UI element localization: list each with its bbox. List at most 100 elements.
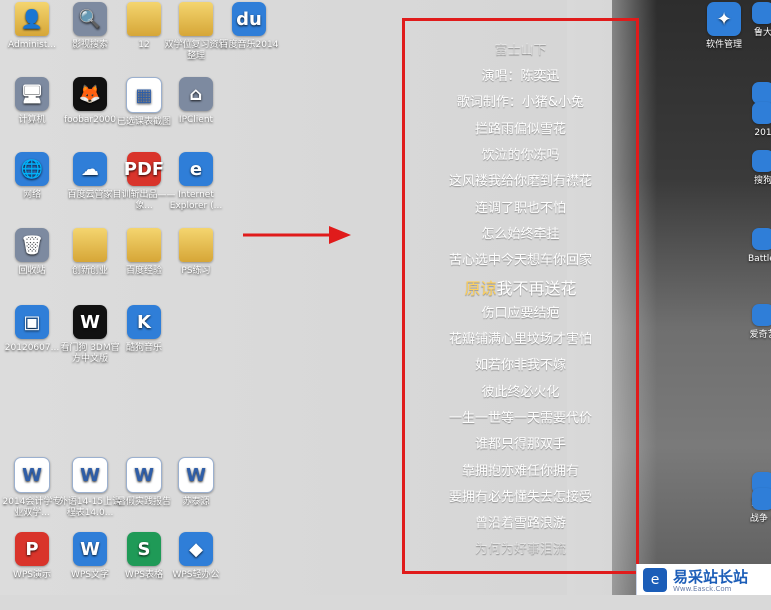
watermark-title: 易采站长站 xyxy=(673,568,749,586)
desktop-icon-glyph-icon: ⌂ xyxy=(179,77,213,111)
desktop-icon-label: 网络 xyxy=(22,190,41,200)
desktop-icon-glyph-icon: ◆ xyxy=(179,532,213,566)
desktop-icon[interactable]: P WPS演示 xyxy=(0,532,64,610)
right-desktop-icon[interactable]: 爱奇艺 xyxy=(748,304,771,382)
lyrics-line: 要拥有必先懂失去怎接受 xyxy=(448,490,592,505)
desktop-icon[interactable]: W 2014会计学专业双学... xyxy=(0,457,64,535)
lyrics-line: 一生一世等一天需要代价 xyxy=(448,411,592,426)
desktop-icon-glyph-icon xyxy=(127,2,161,36)
desktop-icon[interactable]: e Internet Explorer (... xyxy=(164,152,228,230)
desktop-icon-glyph-icon: W xyxy=(126,457,162,493)
desktop-icon-glyph-icon: S xyxy=(127,532,161,566)
desktop-icon[interactable]: ▣ 20120607... xyxy=(0,305,64,383)
desktop-icon-label: 百度音乐2014 xyxy=(219,40,279,50)
desktop-icon-glyph-icon xyxy=(73,228,107,262)
desktop-icon[interactable]: du 百度音乐2014 xyxy=(217,2,281,80)
desktop-icon[interactable]: ⌂ IPClient xyxy=(164,77,228,155)
right-desktop-icon-label: 战争 v xyxy=(749,514,771,524)
desktop-icon-glyph-icon: W xyxy=(178,457,214,493)
desktop-icon-glyph-icon: 🌐 xyxy=(15,152,49,186)
right-desktop-icon[interactable]: 搜狗 xyxy=(748,150,771,228)
desktop-icon-label: 回收站 xyxy=(18,266,46,276)
desktop-icon[interactable]: 🗑 回收站 xyxy=(0,228,64,306)
right-desktop-icon[interactable]: Battlefi xyxy=(748,228,771,306)
desktop-icon-glyph-icon: W xyxy=(73,532,107,566)
lyrics-line: 伤口应要结疤 xyxy=(481,306,560,321)
desktop-icon-glyph-icon: e xyxy=(179,152,213,186)
right-desktop-icon-glyph-icon xyxy=(752,2,771,24)
lyrics-line: 如若你非我不嫁 xyxy=(474,358,566,373)
lyrics-line: 怎么始终牵挂 xyxy=(481,227,560,242)
right-desktop-icon-glyph-icon xyxy=(752,488,771,510)
desktop-icon-glyph-icon: PDF xyxy=(124,152,164,186)
desktop-icon[interactable]: W 苏泰源 xyxy=(164,457,228,535)
desktop-icon-glyph-icon: W xyxy=(14,457,50,493)
right-desktop-icon-glyph-icon xyxy=(752,82,771,104)
desktop-icon-glyph-icon: P xyxy=(15,532,49,566)
right-desktop-icon[interactable]: ✦ 软件管理 xyxy=(694,2,754,80)
lyrics-line: 苦心选中今天想车你回家 xyxy=(448,253,592,268)
desktop-icon-glyph-icon: W xyxy=(73,305,107,339)
watermark-logo-icon: e xyxy=(643,567,667,592)
lyrics-line: 花瓣铺满心里坟场才害怕 xyxy=(448,332,592,347)
desktop-icon-glyph-icon: du xyxy=(232,2,266,36)
desktop-icon[interactable]: 👤 Administ... xyxy=(0,2,64,80)
right-desktop-icon[interactable]: 战争 v xyxy=(748,488,771,566)
lyrics-line: 饮泣的你冻吗 xyxy=(481,148,560,163)
lyrics-line: 这风褛我给你磨到有襟花 xyxy=(448,174,592,189)
lyrics-line: 原谅我不再送花 xyxy=(405,275,636,299)
lyrics-line: 演唱：陈奕迅 xyxy=(481,69,560,84)
desktop-icon-label: 酷狗音乐 xyxy=(125,343,162,353)
desktop-icon-label: Internet Explorer (... xyxy=(169,190,223,211)
desktop-icon-glyph-icon: 🦊 xyxy=(73,77,107,111)
desktop-icon[interactable]: K 酷狗音乐 xyxy=(112,305,176,383)
lyrics-highlight-prefix: 原谅 xyxy=(464,279,497,298)
right-desktop-icon-label: 软件管理 xyxy=(705,40,742,50)
desktop-icon-label: 2014会计学专业双学... xyxy=(2,497,62,518)
right-desktop-icon-label: 鲁大 xyxy=(753,28,771,38)
lyrics-line: 彼此终必火化 xyxy=(481,385,560,400)
desktop-icon-glyph-icon: 🗑 xyxy=(15,228,49,262)
lyrics-title: 富士山下 xyxy=(494,43,547,58)
right-desktop-icon-label: 201 xyxy=(754,128,771,138)
lyrics-line: 歌词制作：小猪&小兔 xyxy=(456,95,585,110)
desktop-icon-glyph-icon: ▦ xyxy=(126,77,162,113)
desktop-icon-label: WPS轻办公 xyxy=(172,570,220,580)
lyrics-line: 曾沿着雪路浪游 xyxy=(474,516,566,531)
desktop-icon-glyph-icon: W xyxy=(72,457,108,493)
desktop-icon-label: Administ... xyxy=(8,40,56,50)
lyrics-panel: 富士山下 演唱：陈奕迅歌词制作：小猪&小兔 拦路雨偏似雪花 饮泣的你冻吗这风褛我给你… xyxy=(402,18,639,574)
lyrics-highlight-rest: 我不再送花 xyxy=(496,279,577,298)
watermark: e 易采站长站 Www.Easck.Com xyxy=(636,564,771,595)
right-desktop-icon[interactable]: 鲁大 xyxy=(748,2,771,80)
desktop-icon-label: 苏泰源 xyxy=(182,497,210,507)
desktop-icon-glyph-icon: K xyxy=(127,305,161,339)
desktop-icon-label: WPS演示 xyxy=(12,570,52,580)
desktop-icon-glyph-icon: 🔍 xyxy=(73,2,107,36)
red-arrow-icon xyxy=(243,226,351,244)
right-desktop-icon-glyph-icon: ✦ xyxy=(707,2,741,36)
desktop-icon[interactable]: PS练习 xyxy=(164,228,228,306)
right-desktop-icon-label: Battlefi xyxy=(748,254,771,264)
desktop-icon-label: 20120607... xyxy=(4,343,60,353)
desktop-icon-glyph-icon: 👤 xyxy=(15,2,49,36)
desktop-icon[interactable]: ◆ WPS轻办公 xyxy=(164,532,228,610)
right-desktop-icon-label: 爱奇艺 xyxy=(749,330,771,340)
lyrics-line: 连调了职也不怕 xyxy=(474,201,566,216)
lyrics-line: 为何为好事泪流 xyxy=(474,542,566,557)
right-desktop-icon-glyph-icon xyxy=(752,228,771,250)
desktop-icon-glyph-icon: ▣ xyxy=(15,305,49,339)
right-desktop-icon-label: 搜狗 xyxy=(753,176,771,186)
right-desktop-icon-glyph-icon xyxy=(752,150,771,172)
lyrics-line: 拦路雨偏似雪花 xyxy=(474,122,566,137)
desktop-icon-label: IPClient xyxy=(178,115,214,125)
desktop-icon-glyph-icon xyxy=(127,228,161,262)
desktop-icon-glyph-icon: ☁ xyxy=(73,152,107,186)
desktop-icon-label: 计算机 xyxy=(18,115,46,125)
desktop-icon[interactable]: 🌐 网络 xyxy=(0,152,64,230)
right-desktop-icon-glyph-icon xyxy=(752,304,771,326)
right-desktop-icon-glyph-icon xyxy=(752,102,771,124)
desktop-icon[interactable]: 🖥 计算机 xyxy=(0,77,64,155)
desktop-icon-label: PS练习 xyxy=(181,266,211,276)
desktop-icon-glyph-icon xyxy=(179,2,213,36)
